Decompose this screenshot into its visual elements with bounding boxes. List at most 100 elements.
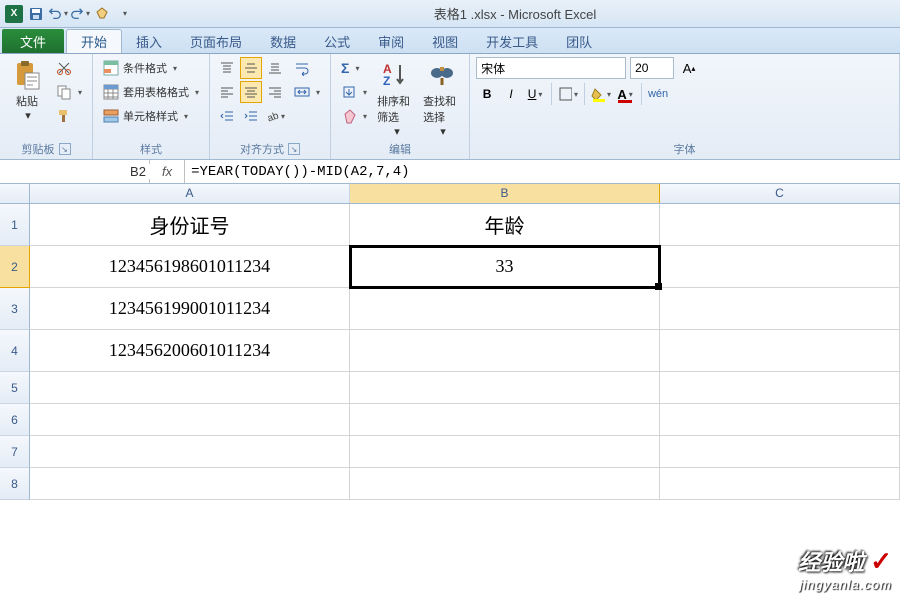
- cell-B2[interactable]: 33: [350, 246, 660, 288]
- tab-page-layout[interactable]: 页面布局: [176, 29, 256, 53]
- cell-C4[interactable]: [660, 330, 900, 372]
- undo-icon[interactable]: ▾: [48, 4, 68, 24]
- ribbon-tabs: 文件 开始 插入 页面布局 数据 公式 审阅 视图 开发工具 团队: [0, 28, 900, 54]
- cell-B1[interactable]: 年龄: [350, 204, 660, 246]
- cell-B6[interactable]: [350, 404, 660, 436]
- cell-A4[interactable]: 123456200601011234: [30, 330, 350, 372]
- tab-formulas[interactable]: 公式: [310, 29, 364, 53]
- sort-filter-button[interactable]: AZ 排序和筛选▾: [375, 57, 417, 140]
- cell-A5[interactable]: [30, 372, 350, 404]
- cell-A3[interactable]: 123456199001011234: [30, 288, 350, 330]
- qat-customize-icon[interactable]: ▾: [114, 4, 134, 24]
- tab-developer[interactable]: 开发工具: [472, 29, 552, 53]
- file-tab[interactable]: 文件: [2, 29, 64, 53]
- col-header-A[interactable]: A: [30, 184, 350, 203]
- underline-button[interactable]: U▾: [524, 83, 546, 105]
- merge-center-button[interactable]: ▾: [290, 81, 324, 103]
- cell-A2[interactable]: 123456198601011234: [30, 246, 350, 288]
- autosum-button[interactable]: Σ▾: [337, 57, 371, 79]
- align-right-icon[interactable]: [264, 81, 286, 103]
- cell-styles-button[interactable]: 单元格样式▾: [99, 105, 203, 127]
- group-styles: 条件格式▾ 套用表格格式▾ 单元格样式▾ 样式: [93, 54, 210, 159]
- tab-view[interactable]: 视图: [418, 29, 472, 53]
- phonetic-button[interactable]: wén: [647, 83, 669, 105]
- cell-A6[interactable]: [30, 404, 350, 436]
- find-select-button[interactable]: 查找和选择▾: [421, 57, 463, 140]
- excel-app-icon[interactable]: X: [4, 4, 24, 24]
- cut-button[interactable]: [52, 57, 86, 79]
- tab-home[interactable]: 开始: [66, 29, 122, 53]
- align-middle-icon[interactable]: [240, 57, 262, 79]
- select-all-corner[interactable]: [0, 184, 30, 203]
- tab-data[interactable]: 数据: [256, 29, 310, 53]
- cell-B3[interactable]: [350, 288, 660, 330]
- row-header-6[interactable]: 6: [0, 404, 30, 436]
- tab-review[interactable]: 审阅: [364, 29, 418, 53]
- cell-C3[interactable]: [660, 288, 900, 330]
- wrap-text-button[interactable]: [290, 57, 324, 79]
- formula-input[interactable]: [185, 160, 900, 183]
- font-color-button[interactable]: A▾: [614, 83, 636, 105]
- cell-B4[interactable]: [350, 330, 660, 372]
- align-bottom-icon[interactable]: [264, 57, 286, 79]
- font-name-select[interactable]: [476, 57, 626, 79]
- italic-button[interactable]: I: [500, 83, 522, 105]
- cell-C6[interactable]: [660, 404, 900, 436]
- window-title: 表格1 .xlsx - Microsoft Excel: [134, 4, 896, 23]
- font-size-select[interactable]: [630, 57, 674, 79]
- svg-text:Z: Z: [383, 74, 390, 88]
- cell-C1[interactable]: [660, 204, 900, 246]
- row-header-2[interactable]: 2: [0, 246, 30, 288]
- cell-A7[interactable]: [30, 436, 350, 468]
- align-top-icon[interactable]: [216, 57, 238, 79]
- paste-button[interactable]: 粘贴 ▾: [6, 57, 48, 124]
- conditional-format-button[interactable]: 条件格式▾: [99, 57, 203, 79]
- group-editing: Σ▾ ▾ ▾ AZ 排序和筛选▾ 查找和选择▾ 编辑: [331, 54, 470, 159]
- cell-C5[interactable]: [660, 372, 900, 404]
- row-header-8[interactable]: 8: [0, 468, 30, 500]
- cell-A8[interactable]: [30, 468, 350, 500]
- tab-insert[interactable]: 插入: [122, 29, 176, 53]
- col-header-B[interactable]: B: [350, 184, 660, 203]
- cell-C7[interactable]: [660, 436, 900, 468]
- cell-B7[interactable]: [350, 436, 660, 468]
- fx-icon[interactable]: fx: [156, 164, 178, 179]
- row-header-4[interactable]: 4: [0, 330, 30, 372]
- ribbon: 粘贴 ▾ ▾ 剪贴板 ↘ 条件格式▾: [0, 54, 900, 160]
- clipboard-group-label: 剪贴板: [22, 141, 55, 157]
- watermark-url: jingyanla.com: [798, 577, 892, 592]
- format-painter-button[interactable]: [52, 105, 86, 127]
- group-clipboard: 粘贴 ▾ ▾ 剪贴板 ↘: [0, 54, 93, 159]
- cell-B8[interactable]: [350, 468, 660, 500]
- copy-button[interactable]: ▾: [52, 81, 86, 103]
- increase-font-icon[interactable]: A▴: [678, 57, 700, 79]
- row-header-3[interactable]: 3: [0, 288, 30, 330]
- col-header-C[interactable]: C: [660, 184, 900, 203]
- fill-handle[interactable]: [655, 283, 662, 290]
- cell-B5[interactable]: [350, 372, 660, 404]
- fill-button[interactable]: ▾: [337, 81, 371, 103]
- tab-team[interactable]: 团队: [552, 29, 606, 53]
- orientation-icon[interactable]: ab▾: [264, 105, 286, 127]
- clear-button[interactable]: ▾: [337, 105, 371, 127]
- border-button[interactable]: ▾: [557, 83, 579, 105]
- alignment-launcher-icon[interactable]: ↘: [288, 143, 300, 155]
- row-header-1[interactable]: 1: [0, 204, 30, 246]
- decrease-indent-icon[interactable]: [216, 105, 238, 127]
- clear-icon[interactable]: [92, 4, 112, 24]
- cell-C2[interactable]: [660, 246, 900, 288]
- row-header-7[interactable]: 7: [0, 436, 30, 468]
- redo-icon[interactable]: ▾: [70, 4, 90, 24]
- align-center-icon[interactable]: [240, 81, 262, 103]
- table-format-button[interactable]: 套用表格格式▾: [99, 81, 203, 103]
- fill-color-button[interactable]: ▾: [590, 83, 612, 105]
- styles-group-label: 样式: [99, 140, 203, 157]
- bold-button[interactable]: B: [476, 83, 498, 105]
- row-header-5[interactable]: 5: [0, 372, 30, 404]
- cell-C8[interactable]: [660, 468, 900, 500]
- increase-indent-icon[interactable]: [240, 105, 262, 127]
- save-icon[interactable]: [26, 4, 46, 24]
- cell-A1[interactable]: 身份证号: [30, 204, 350, 246]
- align-left-icon[interactable]: [216, 81, 238, 103]
- clipboard-launcher-icon[interactable]: ↘: [59, 143, 71, 155]
